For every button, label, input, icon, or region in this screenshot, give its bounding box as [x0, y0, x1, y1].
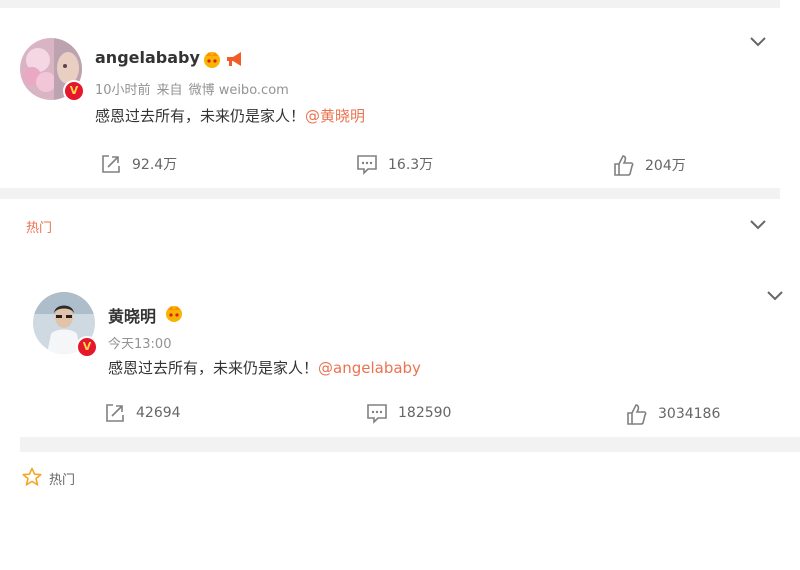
card-separator	[0, 188, 780, 199]
mention-link[interactable]: @angelababy	[318, 359, 421, 377]
repost-icon	[106, 404, 124, 422]
repost-icon	[102, 155, 120, 173]
post-meta: 10小时前 来自 微博 weibo.com	[95, 79, 295, 98]
post-meta: 今天13:00	[108, 333, 177, 352]
card-separator	[20, 437, 800, 452]
comment-icon	[357, 155, 377, 175]
source-prefix: 来自	[156, 83, 183, 98]
like-icon	[627, 404, 647, 425]
chevron-down-icon[interactable]	[748, 35, 768, 49]
verified-badge: V	[63, 80, 85, 102]
like-count: 204万	[645, 158, 686, 174]
post-time[interactable]: 10小时前	[95, 83, 151, 98]
post-text: 感恩过去所有，未来仍是家人！	[108, 359, 319, 377]
verified-badge: V	[76, 336, 98, 358]
hot-section-label: 热门	[49, 473, 76, 488]
comment-count: 16.3万	[388, 157, 434, 173]
star-icon	[22, 467, 42, 486]
mention-link[interactable]: @黄晓明	[305, 107, 365, 125]
post-time[interactable]: 今天13:00	[108, 337, 171, 352]
repost-button[interactable]: 42694	[104, 402, 181, 424]
post-text: 感恩过去所有，未来仍是家人！	[95, 107, 306, 125]
comment-icon	[367, 404, 387, 424]
repost-count: 42694	[136, 405, 181, 421]
username[interactable]: angelababy	[95, 48, 200, 67]
comment-button[interactable]: 182590	[366, 402, 451, 424]
crown-icon	[166, 306, 182, 322]
like-count: 3034186	[658, 406, 721, 422]
chevron-down-icon[interactable]	[765, 289, 785, 303]
like-button[interactable]: 204万	[613, 153, 686, 177]
megaphone-icon	[227, 52, 241, 66]
post-source[interactable]: 微博 weibo.com	[189, 83, 289, 98]
top-separator	[0, 0, 780, 8]
username[interactable]: 黄晓明	[108, 303, 156, 327]
repost-button[interactable]: 92.4万	[100, 153, 177, 175]
like-button[interactable]: 3034186	[626, 402, 720, 426]
comment-count: 182590	[398, 405, 452, 421]
chevron-down-icon[interactable]	[748, 218, 768, 232]
post-content: 感恩过去所有，未来仍是家人！@黄晓明	[95, 105, 365, 126]
comment-button[interactable]: 16.3万	[356, 153, 433, 175]
hot-section-label[interactable]: 热门	[26, 217, 52, 236]
post-content: 感恩过去所有，未来仍是家人！@angelababy	[108, 357, 421, 378]
repost-count: 92.4万	[132, 157, 178, 173]
crown-icon	[204, 52, 220, 68]
like-icon	[614, 155, 634, 176]
